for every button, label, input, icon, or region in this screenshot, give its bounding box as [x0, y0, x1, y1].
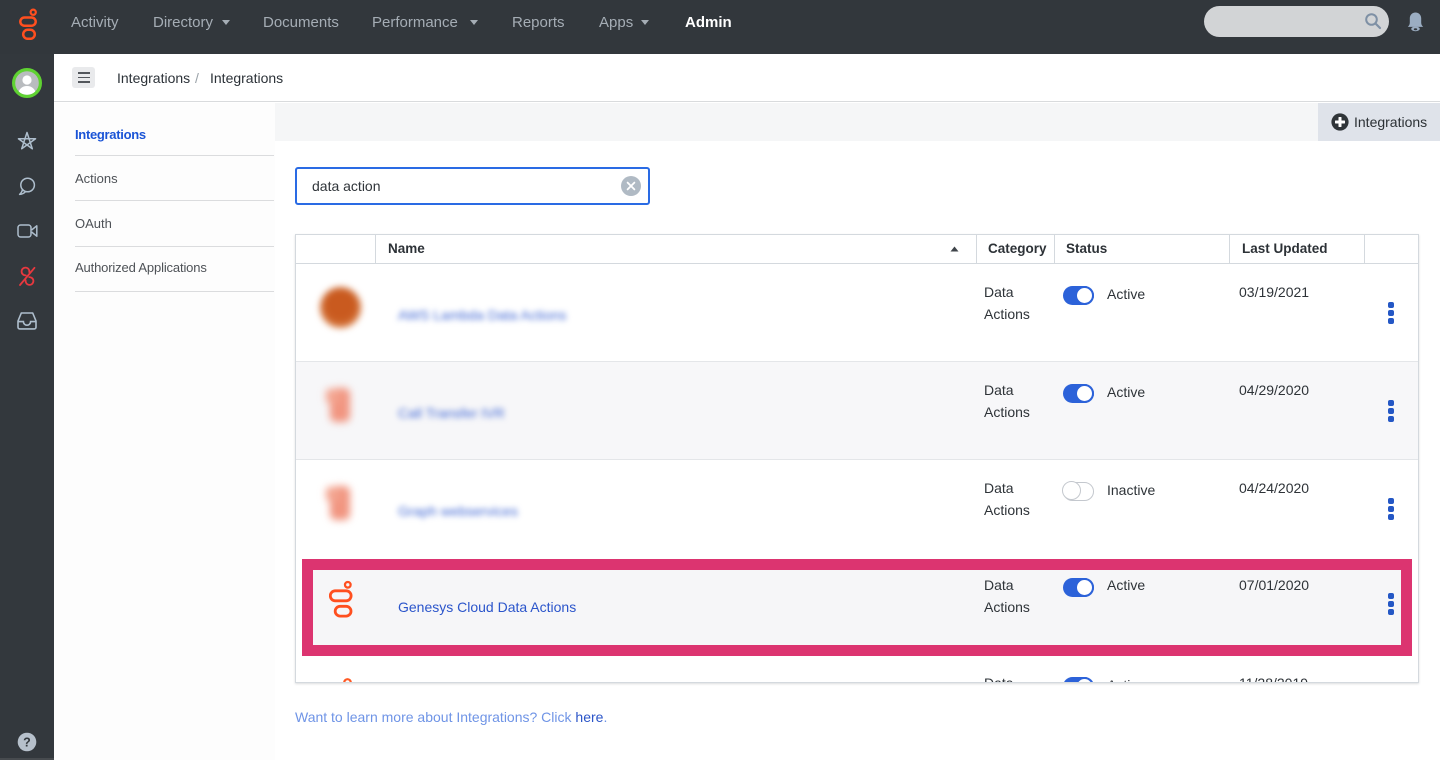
- svg-text:?: ?: [23, 735, 31, 749]
